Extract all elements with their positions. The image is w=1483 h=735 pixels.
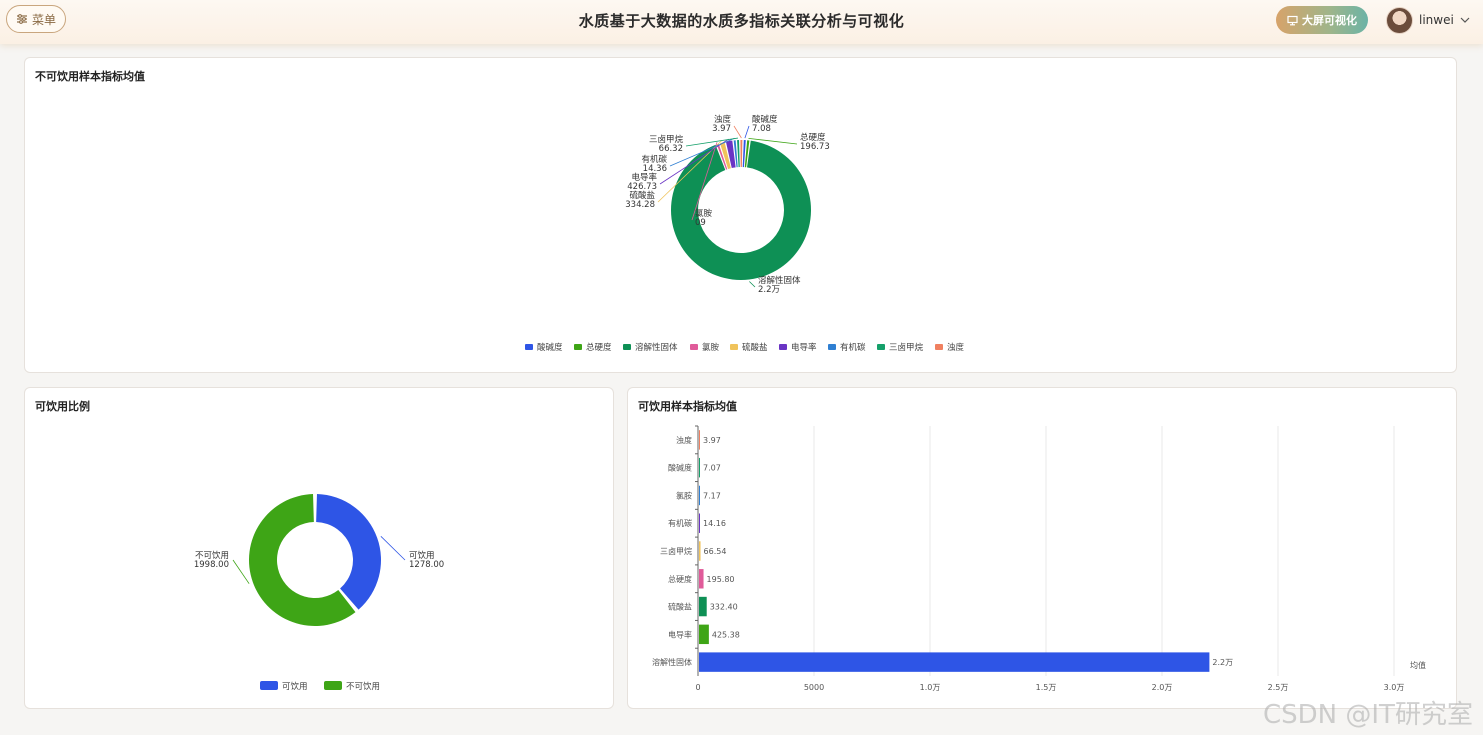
- donut2-label-value: 1278.00: [409, 560, 444, 570]
- bar-value-label: 3.97: [703, 436, 721, 445]
- bar-x-tick-label: 2.5万: [1268, 683, 1289, 692]
- bar-x-axis-title: 均值: [1410, 660, 1426, 670]
- card-nonpotable-means: 不可饮用样本指标均值 酸碱度 7.08 总硬度 196.73 溶解性固体 2.2万 氯胺 09…: [24, 57, 1457, 373]
- bar-x-tick-label: 1.0万: [920, 683, 941, 692]
- donut1-leader-line: [744, 125, 750, 139]
- donut1-label-value: 196.73: [800, 142, 830, 152]
- donut1-label-value: 334.28: [625, 200, 655, 210]
- donut2-leader-line: [380, 536, 406, 561]
- legend1-label[interactable]: 三卤甲烷: [889, 342, 924, 353]
- bar-x-tick-label: 1.5万: [1036, 683, 1057, 692]
- chart2-donut[interactable]: 可饮用1278.00不可饮用1998.00可饮用 不可饮用: [25, 388, 615, 710]
- bar-value-label: 14.16: [703, 519, 726, 528]
- avatar: [1386, 6, 1413, 34]
- legend1-swatch[interactable]: [779, 344, 787, 350]
- legend2-swatch[interactable]: [324, 681, 342, 690]
- legend1-swatch[interactable]: [525, 344, 533, 350]
- big-screen-button[interactable]: 大屏可视化: [1276, 6, 1368, 34]
- bar-x-tick-label: 0: [695, 683, 700, 692]
- card-potable-means: 可饮用样本指标均值 0 5000 1.0万 1.5万 2.0万 2.5万 3.0万 浊度 3.9…: [627, 387, 1457, 709]
- legend1-label[interactable]: 总硬度: [586, 342, 612, 353]
- chart1-donut[interactable]: 酸碱度 7.08 总硬度 196.73 溶解性固体 2.2万氯胺 09 硫酸盐 334.28 电导…: [25, 58, 1458, 374]
- page-title: 水质基于大数据的水质多指标关联分析与可视化: [578, 12, 905, 30]
- bar-rect[interactable]: [699, 485, 700, 506]
- monitor-icon: [1287, 15, 1298, 25]
- legend1-swatch[interactable]: [623, 344, 631, 350]
- legend2-swatch[interactable]: [260, 681, 278, 690]
- legend1-swatch[interactable]: [877, 344, 885, 350]
- donut1-label-value: 09: [695, 218, 706, 228]
- bar-rect[interactable]: [699, 541, 701, 561]
- bar-y-category-label: 三卤甲烷: [660, 546, 692, 556]
- bar-value-label: 7.07: [703, 464, 721, 473]
- donut2-leader-line: [232, 559, 250, 584]
- legend1-swatch[interactable]: [690, 344, 698, 350]
- legend2-label[interactable]: 可饮用: [282, 681, 308, 692]
- bar-y-category-label: 总硬度: [668, 574, 692, 584]
- donut1-slice[interactable]: [737, 140, 740, 168]
- legend1-label[interactable]: 溶解性固体: [635, 342, 678, 353]
- top-header: 菜单 水质基于大数据的水质多指标关联分析与可视化 大屏可视化 linwei: [0, 0, 1483, 44]
- bar-rect[interactable]: [699, 457, 700, 478]
- bar-x-tick-label: 3.0万: [1384, 683, 1405, 692]
- watermark: CSDN @IT研究室: [1263, 700, 1473, 730]
- bar-y-category-label: 硫酸盐: [668, 602, 692, 612]
- legend1-swatch[interactable]: [935, 344, 943, 350]
- donut1-leader-line: [749, 281, 756, 288]
- legend1-swatch[interactable]: [828, 344, 836, 350]
- bar-rect[interactable]: [699, 596, 707, 617]
- bar-rect[interactable]: [699, 652, 1210, 672]
- legend1-label[interactable]: 酸碱度: [537, 342, 563, 353]
- bar-value-label: 7.17: [703, 491, 721, 500]
- bar-value-label: 66.54: [704, 547, 727, 556]
- legend1-label[interactable]: 浊度: [947, 342, 965, 353]
- bar-value-label: 2.2万: [1212, 658, 1233, 667]
- legend1-label[interactable]: 氯胺: [702, 342, 720, 353]
- legend1-swatch[interactable]: [574, 344, 582, 350]
- big-screen-label: 大屏可视化: [1302, 14, 1357, 27]
- user-menu[interactable]: linwei: [1386, 6, 1470, 34]
- bar-y-category-label: 电导率: [668, 629, 692, 639]
- bar-y-category-label: 酸碱度: [668, 463, 692, 473]
- donut1-slice[interactable]: [740, 140, 743, 168]
- bar-value-label: 425.38: [712, 630, 740, 639]
- bar-rect[interactable]: [699, 624, 709, 645]
- donut2-label-value: 1998.00: [194, 560, 229, 570]
- card-potable-ratio: 可饮用比例 可饮用 1278.00 不可饮用 1998.00 可饮用 不可饮用: [24, 387, 614, 709]
- donut1-label-value: 426.73: [627, 182, 657, 192]
- legend2-label[interactable]: 不可饮用: [346, 681, 380, 692]
- bar-x-tick-label: 2.0万: [1152, 683, 1173, 692]
- chevron-down-icon: [1460, 17, 1470, 23]
- donut1-label-value: 2.2万: [758, 285, 780, 295]
- bar-rect[interactable]: [699, 569, 704, 589]
- donut1-label-value: 3.97: [712, 124, 731, 134]
- bar-y-category-label: 溶解性固体: [652, 657, 692, 667]
- donut2-slice[interactable]: [316, 494, 381, 610]
- chart3-bar[interactable]: 0 5000 1.0万 1.5万 2.0万 2.5万 3.0万 浊度 3.97 酸碱度 7.07 氯胺…: [628, 388, 1458, 710]
- donut1-label-value: 14.36: [643, 164, 667, 174]
- legend1-label[interactable]: 有机碳: [840, 342, 866, 353]
- username: linwei: [1419, 13, 1454, 27]
- legend1-swatch[interactable]: [730, 344, 738, 350]
- bar-rect[interactable]: [699, 430, 700, 450]
- bar-value-label: 332.40: [710, 603, 738, 612]
- donut1-label-value: 66.32: [659, 144, 683, 154]
- donut1-label-value: 7.08: [752, 124, 771, 134]
- donut1-leader-line: [733, 125, 742, 139]
- bar-rect[interactable]: [699, 513, 700, 533]
- bar-x-tick-label: 5000: [804, 683, 824, 692]
- legend1-label[interactable]: 硫酸盐: [742, 342, 768, 353]
- bar-y-category-label: 浊度: [676, 435, 692, 445]
- bar-y-category-label: 有机碳: [668, 518, 692, 528]
- bar-value-label: 195.80: [707, 575, 735, 584]
- bar-y-category-label: 氯胺: [676, 490, 692, 500]
- legend1-label[interactable]: 电导率: [791, 342, 817, 353]
